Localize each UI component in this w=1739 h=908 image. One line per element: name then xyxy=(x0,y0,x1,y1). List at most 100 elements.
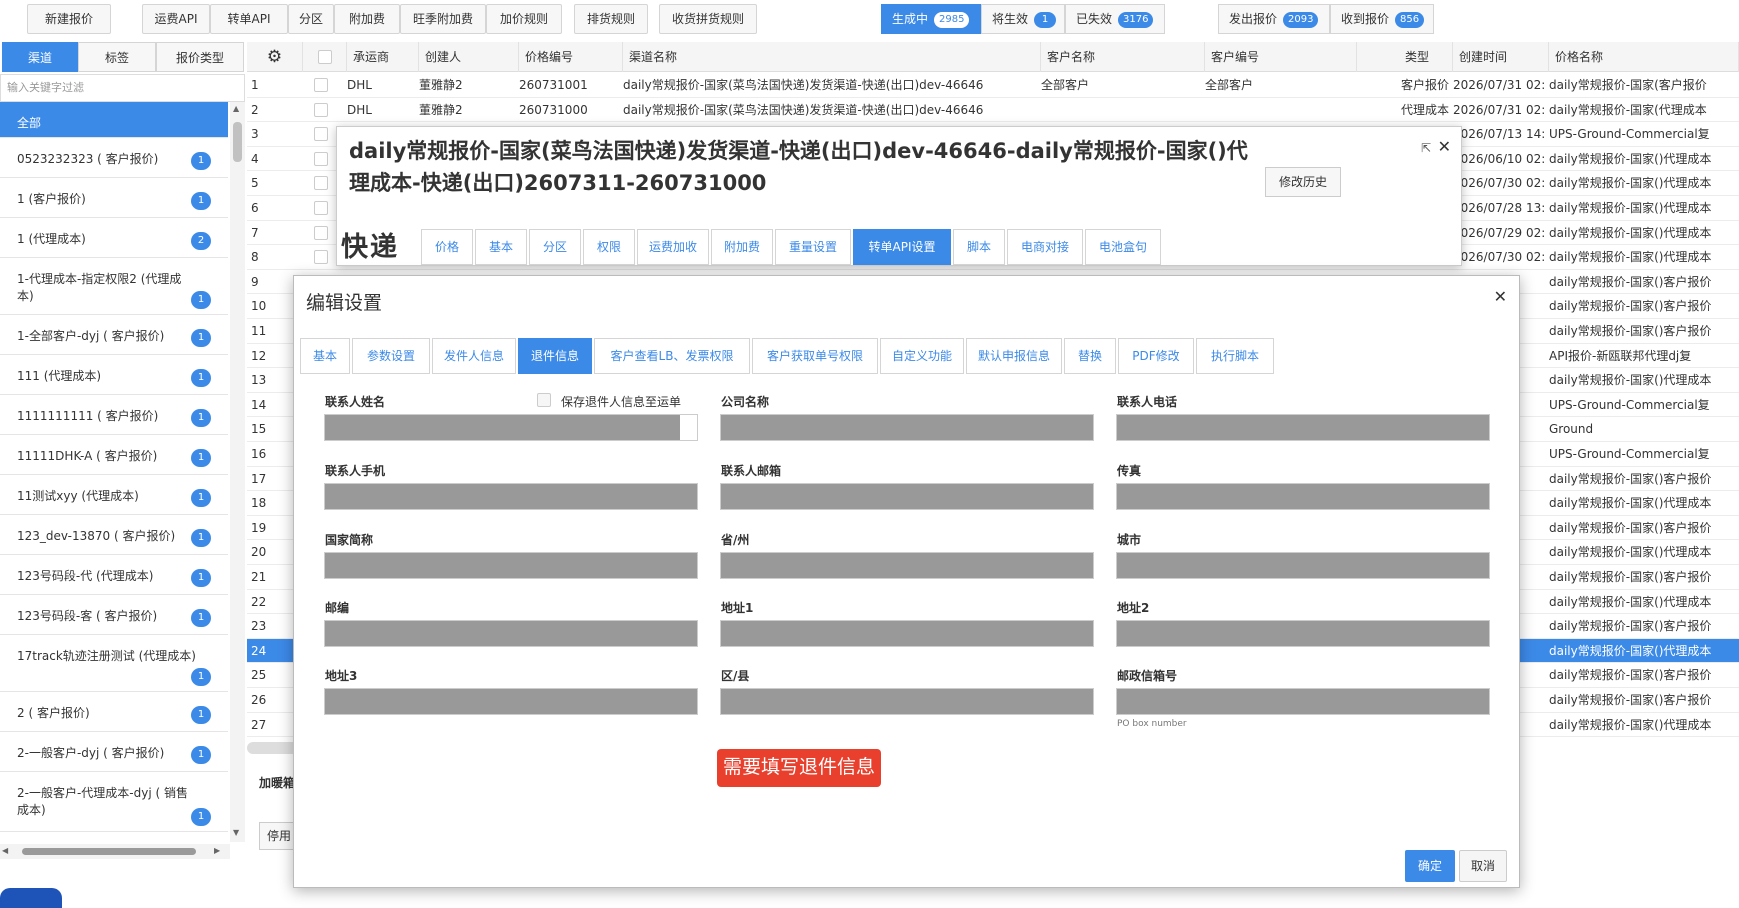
sort-rule-button[interactable]: 排货规则 xyxy=(574,4,648,34)
list-item[interactable]: 123号码段-代 (代理成本) 1 xyxy=(0,555,228,595)
tab-default-declaration[interactable]: 默认申报信息 xyxy=(966,338,1062,374)
tab-custom-functions[interactable]: 自定义功能 xyxy=(880,338,964,374)
table-row[interactable]: 1 DHL 董雅静2 260731001 daily常规报价-国家(菜鸟法国快递)发货渠… xyxy=(247,73,1739,98)
close-icon[interactable]: ✕ xyxy=(1494,287,1507,306)
markup-rule-button[interactable]: 加价规则 xyxy=(486,4,562,34)
surcharge-button[interactable]: 附加费 xyxy=(334,4,400,34)
row-checkbox[interactable] xyxy=(314,201,328,215)
table-row[interactable]: 2 DHL 董雅静2 260731000 daily常规报价-国家(菜鸟法国快递)发货渠… xyxy=(247,98,1739,123)
row-checkbox[interactable] xyxy=(314,250,328,265)
convert-api-button[interactable]: 转单API xyxy=(210,4,288,34)
tab-tags[interactable]: 标签 xyxy=(78,42,156,72)
list-item-all[interactable]: 全部 xyxy=(0,102,228,138)
col-price-no[interactable]: 价格编号 xyxy=(519,42,623,72)
peak-surcharge-button[interactable]: 旺季附加费 xyxy=(400,4,486,34)
list-item[interactable]: 2-一般客户-代理成本-dyj ( 销售成本) 1 xyxy=(0,772,228,832)
channel-filter-input[interactable]: 输入关键字过滤 xyxy=(0,74,245,102)
zip-input[interactable] xyxy=(324,620,698,647)
tab-convert-api-settings[interactable]: 转单API设置 xyxy=(853,229,951,265)
tab-customer-tracking-no[interactable]: 客户获取单号权限 xyxy=(752,338,878,374)
tab-sender-info[interactable]: 发件人信息 xyxy=(432,338,516,374)
list-item[interactable]: 11测试xyy (代理成本) 1 xyxy=(0,475,228,515)
list-item[interactable]: 123号码段-客 ( 客户报价) 1 xyxy=(0,595,228,635)
address2-input[interactable] xyxy=(1116,620,1490,647)
phone-input[interactable] xyxy=(1116,414,1490,441)
col-created[interactable]: 创建时间 xyxy=(1453,42,1549,72)
tab-weight-settings[interactable]: 重量设置 xyxy=(775,229,851,265)
tab-zone[interactable]: 分区 xyxy=(529,229,581,265)
tab-ecommerce[interactable]: 电商对接 xyxy=(1007,229,1083,265)
history-button[interactable]: 修改历史 xyxy=(1265,167,1341,197)
tab-battery[interactable]: 电池盒句 xyxy=(1085,229,1161,265)
list-item[interactable]: 111 (代理成本) 1 xyxy=(0,355,228,395)
district-input[interactable] xyxy=(720,688,1094,715)
col-customer-no[interactable]: 客户编号 xyxy=(1205,42,1357,72)
list-item[interactable]: 1111111111 ( 客户报价) 1 xyxy=(0,395,228,435)
cancel-button[interactable]: 取消 xyxy=(1459,850,1507,882)
row-checkbox[interactable] xyxy=(314,102,328,117)
tab-basic[interactable]: 基本 xyxy=(300,338,350,374)
col-customer-name[interactable]: 客户名称 xyxy=(1041,42,1205,72)
col-type[interactable]: 类型 xyxy=(1357,42,1453,72)
col-carrier[interactable]: 承运商 xyxy=(347,42,419,72)
list-item[interactable]: 1 (客户报价) 1 xyxy=(0,178,228,218)
tab-pdf-edit[interactable]: PDF修改 xyxy=(1118,338,1194,374)
consolidation-rule-button[interactable]: 收货拼货规则 xyxy=(659,4,757,34)
list-item[interactable]: 123_dev-13870 ( 客户报价) 1 xyxy=(0,515,228,555)
tab-channel[interactable]: 渠道 xyxy=(2,42,78,72)
row-checkbox[interactable] xyxy=(314,225,328,240)
tab-basic[interactable]: 基本 xyxy=(475,229,527,265)
scrollbar-thumb[interactable] xyxy=(233,122,242,162)
tab-script[interactable]: 脚本 xyxy=(953,229,1005,265)
tab-params[interactable]: 参数设置 xyxy=(352,338,430,374)
status-expired-button[interactable]: 已失效 3176 xyxy=(1065,4,1165,34)
hscrollbar-thumb[interactable] xyxy=(22,848,196,855)
tab-customer-lb-invoice[interactable]: 客户查看LB、发票权限 xyxy=(594,338,750,374)
row-checkbox[interactable] xyxy=(314,151,328,166)
address3-input[interactable] xyxy=(324,688,698,715)
confirm-button[interactable]: 确定 xyxy=(1405,850,1455,882)
address1-input[interactable] xyxy=(720,620,1094,647)
tab-replace[interactable]: 替换 xyxy=(1064,338,1116,374)
zone-button[interactable]: 分区 xyxy=(288,4,334,34)
scroll-left-arrow-icon[interactable]: ◀ xyxy=(2,846,8,855)
select-all-checkbox[interactable] xyxy=(318,50,332,64)
scroll-up-arrow-icon[interactable]: ▲ xyxy=(233,104,239,113)
list-item[interactable]: 1-全部客户-dyj ( 客户报价) 1 xyxy=(0,315,228,355)
list-item[interactable]: 1 (代理成本) 2 xyxy=(0,218,228,258)
pobox-input[interactable] xyxy=(1116,688,1490,715)
tab-permissions[interactable]: 权限 xyxy=(583,229,635,265)
scroll-right-arrow-icon[interactable]: ▶ xyxy=(214,846,220,855)
new-quote-button[interactable]: 新建报价 xyxy=(27,4,111,34)
channel-list-hscrollbar[interactable]: ◀ ▶ xyxy=(0,844,230,859)
list-item[interactable]: 2 ( 客户报价) 1 xyxy=(0,692,228,732)
fax-input[interactable] xyxy=(1116,483,1490,510)
list-item[interactable]: 2-一般客户-dyj ( 客户报价) 1 xyxy=(0,732,228,772)
received-quotes-button[interactable]: 收到报价 856 xyxy=(1330,4,1434,34)
status-generating-button[interactable]: 生成中 2985 xyxy=(881,4,981,34)
tab-surcharge[interactable]: 附加费 xyxy=(711,229,773,265)
tab-quote-type[interactable]: 报价类型 xyxy=(156,42,244,72)
select-all-checkbox-cell[interactable] xyxy=(303,42,347,72)
mobile-input[interactable] xyxy=(324,483,698,510)
tab-run-script[interactable]: 执行脚本 xyxy=(1196,338,1274,374)
status-pending-button[interactable]: 将生效 1 xyxy=(981,4,1065,34)
sent-quotes-button[interactable]: 发出报价 2093 xyxy=(1218,4,1330,34)
freight-api-button[interactable]: 运费API xyxy=(142,4,210,34)
col-channel[interactable]: 渠道名称 xyxy=(623,42,1041,72)
chat-widget-button[interactable] xyxy=(0,888,62,908)
close-icon[interactable]: ✕ xyxy=(1438,137,1451,156)
country-input[interactable] xyxy=(324,552,698,579)
row-checkbox[interactable] xyxy=(314,127,328,142)
email-input[interactable] xyxy=(720,483,1094,510)
popout-icon[interactable]: ⇱ xyxy=(1421,141,1431,155)
save-return-sender-checkbox[interactable] xyxy=(537,393,551,407)
list-item[interactable]: 17track轨迹注册测试 (代理成本) 1 xyxy=(0,635,228,692)
row-checkbox[interactable] xyxy=(314,78,328,92)
list-item[interactable]: 1-代理成本-指定权限2 (代理成本) 1 xyxy=(0,258,228,315)
scroll-down-arrow-icon[interactable]: ▼ xyxy=(233,828,239,837)
row-checkbox[interactable] xyxy=(314,176,328,191)
col-price-name[interactable]: 价格名称 xyxy=(1549,42,1739,72)
state-input[interactable] xyxy=(720,552,1094,579)
col-creator[interactable]: 创建人 xyxy=(419,42,519,72)
